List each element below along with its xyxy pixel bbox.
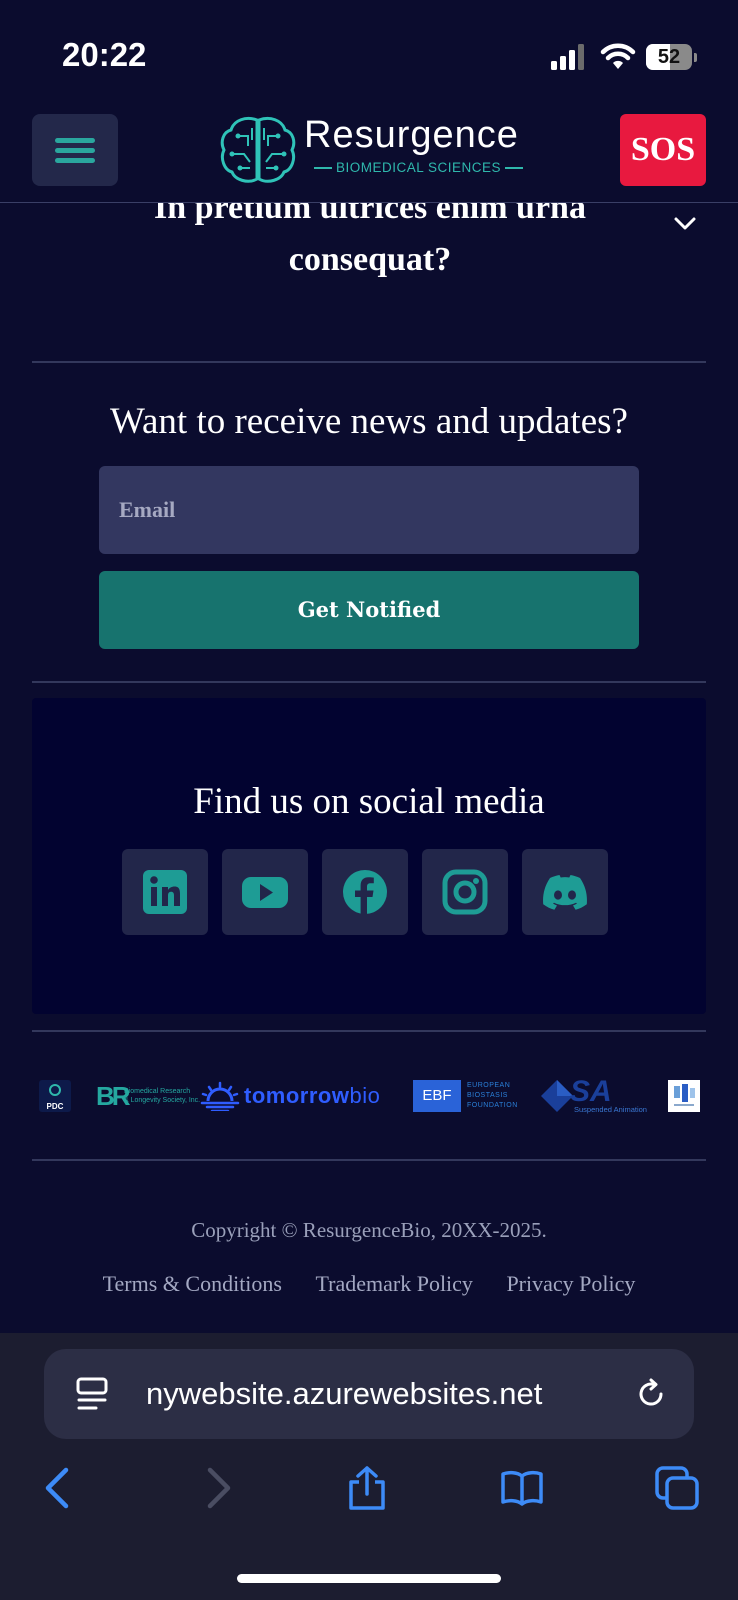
privacy-link[interactable]: Privacy Policy <box>506 1271 635 1296</box>
divider <box>32 1159 706 1161</box>
partner-logo[interactable] <box>668 1080 700 1112</box>
youtube-button[interactable] <box>222 849 308 935</box>
status-bar: 20:22 52 <box>0 0 738 110</box>
facebook-button[interactable] <box>322 849 408 935</box>
divider <box>32 361 706 363</box>
social-links <box>122 849 622 935</box>
youtube-icon <box>242 877 288 908</box>
email-field[interactable] <box>99 466 639 554</box>
tomorrow-bio-logo[interactable]: tomorrowbio <box>200 1075 390 1117</box>
discord-icon <box>543 875 587 910</box>
terms-link[interactable]: Terms & Conditions <box>103 1271 282 1296</box>
sos-button[interactable]: SOS <box>620 114 706 186</box>
back-icon[interactable] <box>38 1466 82 1510</box>
suspended-animation-logo[interactable]: SA Suspended Animation <box>540 1075 648 1117</box>
tabs-icon[interactable] <box>655 1466 699 1510</box>
newsletter-title: Want to receive news and updates? <box>110 401 628 442</box>
cellular-signal-icon <box>551 44 584 70</box>
site-header: Resurgence BIOMEDICAL SCIENCES SOS <box>0 110 738 203</box>
linkedin-button[interactable] <box>122 849 208 935</box>
instagram-button[interactable] <box>422 849 508 935</box>
footer-links: Terms & Conditions Trademark Policy Priv… <box>0 1271 738 1297</box>
status-time: 20:22 <box>62 36 147 73</box>
trademark-link[interactable]: Trademark Policy <box>315 1271 472 1296</box>
pdc-logo[interactable]: PDC <box>39 1080 71 1112</box>
social-panel: Find us on social media <box>32 698 706 1014</box>
brand-subtitle: BIOMEDICAL SCIENCES <box>310 160 527 175</box>
wifi-icon <box>600 43 636 69</box>
european-biostasis-foundation-logo[interactable]: EBF EUROPEAN BIOSTASIS FOUNDATION <box>413 1075 523 1117</box>
browser-toolbar: nywebsite.azurewebsites.net <box>0 1333 738 1600</box>
brand-logo[interactable]: Resurgence BIOMEDICAL SCIENCES <box>218 112 518 188</box>
brain-logo-icon <box>220 116 296 183</box>
forward-icon[interactable] <box>196 1466 240 1510</box>
chevron-down-icon[interactable] <box>672 210 698 236</box>
biomedical-research-longevity-logo[interactable]: BR Biomedical Research & Longevity Socie… <box>96 1075 200 1117</box>
copyright-text: Copyright © ResurgenceBio, 20XX-2025. <box>191 1218 547 1242</box>
get-notified-button[interactable]: Get Notified <box>99 571 639 649</box>
page-menu-icon[interactable] <box>76 1377 108 1411</box>
bookmarks-icon[interactable] <box>500 1466 544 1510</box>
reload-icon[interactable] <box>634 1377 668 1411</box>
menu-button[interactable] <box>32 114 118 186</box>
instagram-icon <box>442 869 488 915</box>
linkedin-icon <box>143 870 187 914</box>
battery-level: 52 <box>657 46 681 68</box>
partner-mark-icon <box>674 1084 695 1106</box>
facebook-icon <box>343 870 387 914</box>
social-title: Find us on social media <box>193 781 545 822</box>
divider <box>32 1030 706 1032</box>
sunrise-icon <box>200 1081 240 1111</box>
url-text: nywebsite.azurewebsites.net <box>146 1376 543 1411</box>
share-icon[interactable] <box>345 1466 389 1510</box>
discord-button[interactable] <box>522 849 608 935</box>
diamond-icon <box>541 1080 573 1112</box>
divider <box>32 681 706 683</box>
battery-icon: 52 <box>646 44 698 72</box>
brand-name: Resurgence <box>304 114 519 156</box>
partner-logos: PDC BR Biomedical Research & Longevity S… <box>32 1075 706 1117</box>
address-bar[interactable]: nywebsite.azurewebsites.net <box>44 1349 694 1439</box>
home-indicator[interactable] <box>237 1574 501 1583</box>
